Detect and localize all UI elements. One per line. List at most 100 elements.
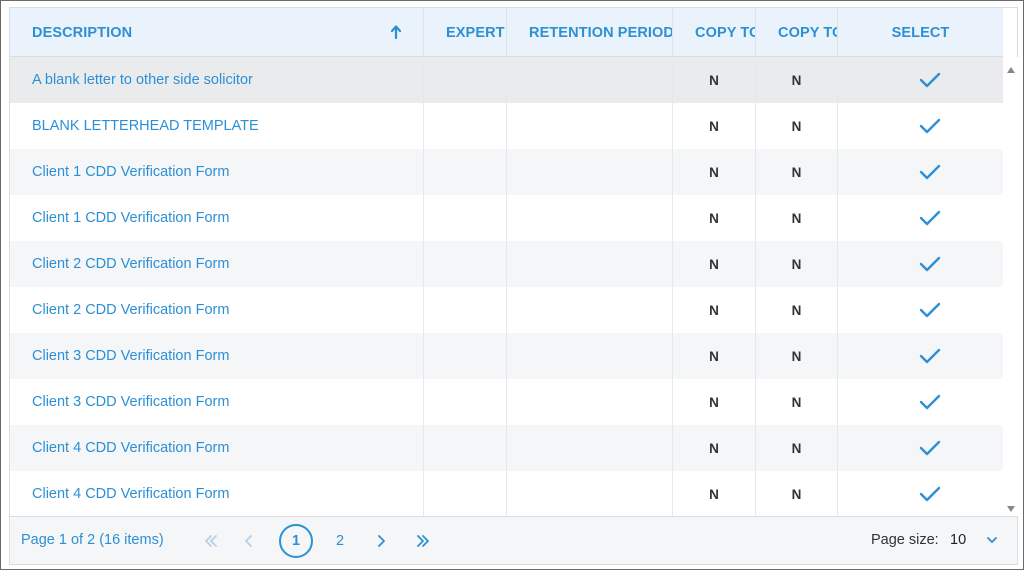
check-icon[interactable] [919,348,941,364]
retention-cell [507,425,673,471]
next-page-button[interactable] [366,526,396,556]
column-header-select[interactable]: SELECT [838,8,1003,57]
table-row[interactable]: Client 1 CDD Verification Form N N [10,195,1003,241]
select-cell[interactable] [838,379,1003,425]
table-row[interactable]: Client 4 CDD Verification Form N N [10,425,1003,471]
description-cell[interactable]: BLANK LETTERHEAD TEMPLATE [10,103,424,149]
retention-cell [507,471,673,516]
copy-to-1-cell: N [673,195,756,241]
previous-page-button[interactable] [234,526,264,556]
select-cell[interactable] [838,333,1003,379]
table-row[interactable]: Client 2 CDD Verification Form N N [10,241,1003,287]
copy-to-2-cell: N [756,379,838,425]
column-header-copy-to-2[interactable]: COPY TO [756,8,838,57]
check-icon[interactable] [919,210,941,226]
sort-ascending-icon[interactable] [389,24,403,40]
check-icon[interactable] [919,256,941,272]
description-cell[interactable]: Client 1 CDD Verification Form [10,195,424,241]
pager: Page 1 of 2 (16 items) 1 2 Page size: 10 [10,516,1017,564]
window-frame: DESCRIPTION EXPERT RETENTION PERIOD COPY… [0,0,1024,570]
description-cell[interactable]: Client 2 CDD Verification Form [10,241,424,287]
last-page-button[interactable] [408,526,438,556]
check-icon[interactable] [919,164,941,180]
copy-to-1-cell: N [673,57,756,103]
check-icon[interactable] [919,486,941,502]
copy-to-2-cell: N [756,287,838,333]
table-row[interactable]: Client 3 CDD Verification Form N N [10,333,1003,379]
expert-cell [424,195,507,241]
retention-cell [507,287,673,333]
retention-cell [507,149,673,195]
first-page-button[interactable] [196,526,226,556]
page-2-button[interactable]: 2 [325,526,355,556]
check-icon[interactable] [919,394,941,410]
copy-to-1-cell: N [673,333,756,379]
column-header-description[interactable]: DESCRIPTION [10,8,424,57]
table-row[interactable]: Client 4 CDD Verification Form N N [10,471,1003,516]
vertical-scrollbar[interactable] [1004,57,1018,516]
retention-cell [507,103,673,149]
chevron-down-icon[interactable] [985,533,999,547]
copy-to-2-cell: N [756,195,838,241]
select-cell[interactable] [838,287,1003,333]
select-cell[interactable] [838,241,1003,287]
expert-cell [424,471,507,516]
column-header-retention-period[interactable]: RETENTION PERIOD [507,8,673,57]
page-1-button[interactable]: 1 [279,524,313,558]
copy-to-2-cell: N [756,425,838,471]
select-cell[interactable] [838,471,1003,516]
select-cell[interactable] [838,149,1003,195]
check-icon[interactable] [919,118,941,134]
table-row[interactable]: Client 3 CDD Verification Form N N [10,379,1003,425]
select-cell[interactable] [838,195,1003,241]
retention-cell [507,57,673,103]
select-cell[interactable] [838,425,1003,471]
table-row[interactable]: Client 1 CDD Verification Form N N [10,149,1003,195]
grid-header: DESCRIPTION EXPERT RETENTION PERIOD COPY… [10,8,1003,57]
check-icon[interactable] [919,72,941,88]
table-row[interactable]: BLANK LETTERHEAD TEMPLATE N N [10,103,1003,149]
table-row[interactable]: Client 2 CDD Verification Form N N [10,287,1003,333]
copy-to-1-cell: N [673,103,756,149]
expert-cell [424,425,507,471]
description-cell[interactable]: Client 2 CDD Verification Form [10,287,424,333]
column-header-expert[interactable]: EXPERT [424,8,507,57]
select-cell[interactable] [838,57,1003,103]
expert-cell [424,241,507,287]
description-cell[interactable]: Client 4 CDD Verification Form [10,425,424,471]
page-size-value[interactable]: 10 [950,532,966,548]
copy-to-1-cell: N [673,287,756,333]
expert-cell [424,333,507,379]
chevron-left-icon [245,535,252,547]
description-cell[interactable]: A blank letter to other side solicitor [10,57,424,103]
document-grid: DESCRIPTION EXPERT RETENTION PERIOD COPY… [9,7,1018,565]
chevron-right-icon [378,535,385,547]
double-chevron-left-icon [205,535,217,547]
expert-cell [424,57,507,103]
copy-to-2-cell: N [756,241,838,287]
double-chevron-right-icon [417,535,429,547]
scroll-down-arrow-icon[interactable] [1006,504,1016,514]
column-header-description-label: DESCRIPTION [32,24,133,41]
description-cell[interactable]: Client 4 CDD Verification Form [10,471,424,516]
page-size-label: Page size: [871,532,939,548]
check-icon[interactable] [919,440,941,456]
expert-cell [424,149,507,195]
copy-to-2-cell: N [756,103,838,149]
scroll-up-arrow-icon[interactable] [1006,65,1016,75]
copy-to-2-cell: N [756,57,838,103]
copy-to-1-cell: N [673,471,756,516]
description-cell[interactable]: Client 3 CDD Verification Form [10,333,424,379]
select-cell[interactable] [838,103,1003,149]
check-icon[interactable] [919,302,941,318]
copy-to-1-cell: N [673,241,756,287]
column-header-copy-to-1[interactable]: COPY TO [673,8,756,57]
description-cell[interactable]: Client 1 CDD Verification Form [10,149,424,195]
copy-to-1-cell: N [673,425,756,471]
description-cell[interactable]: Client 3 CDD Verification Form [10,379,424,425]
expert-cell [424,379,507,425]
expert-cell [424,287,507,333]
retention-cell [507,241,673,287]
table-row[interactable]: A blank letter to other side solicitor N… [10,57,1003,103]
copy-to-1-cell: N [673,149,756,195]
